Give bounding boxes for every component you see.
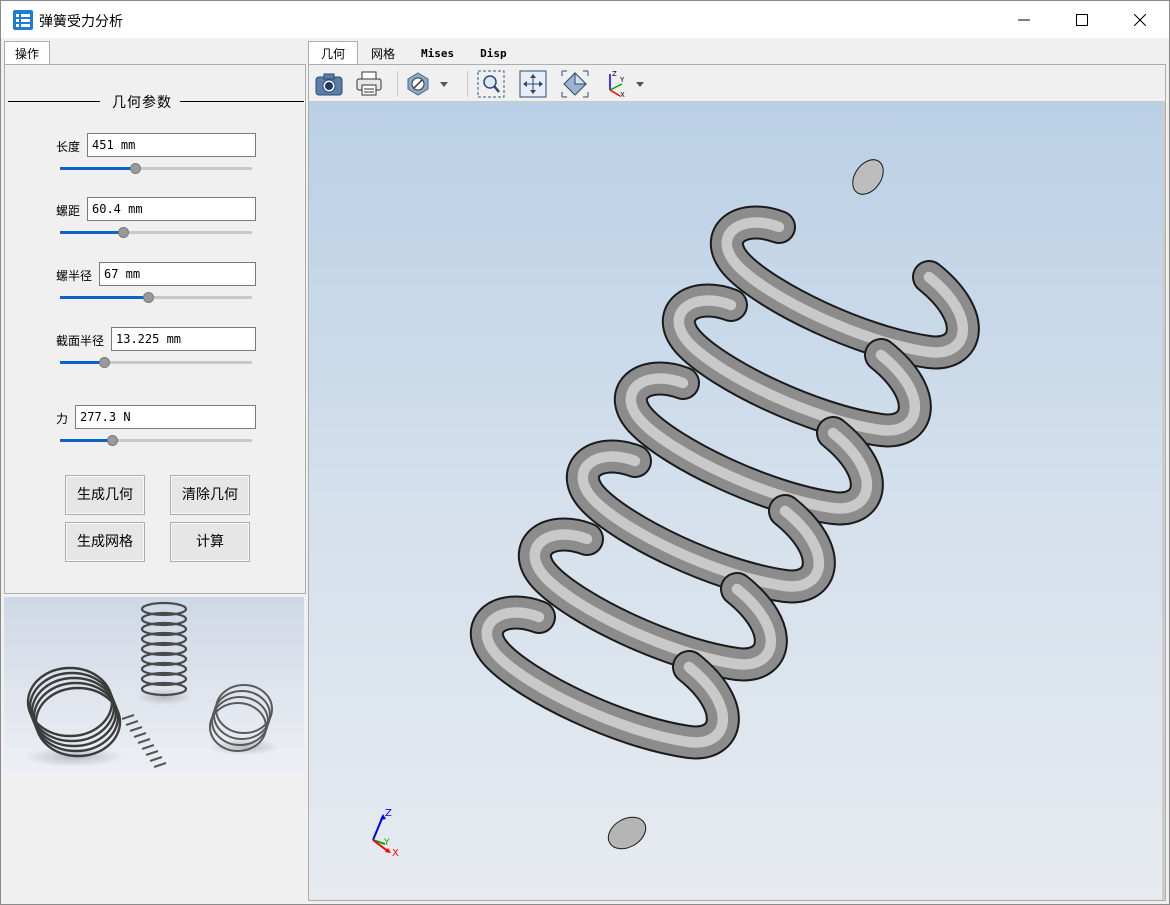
spring-end-cap-top [852,159,884,195]
generate-mesh-button[interactable]: 生成网格 [65,522,145,562]
slider-thumb[interactable] [107,435,118,446]
springs-photo [4,597,304,777]
param-label-pitch: 螺距 [56,204,81,218]
close-button[interactable] [1111,1,1169,39]
y-axis-label: Y [383,838,390,848]
x-axis-label: X [392,848,399,859]
display-mode-icon [407,72,448,96]
print-icon [356,71,382,96]
group-divider-left [8,101,100,102]
slider-thumb[interactable] [130,163,141,174]
section-radius-slider[interactable] [60,357,252,368]
tab-mises[interactable]: Mises [408,41,467,65]
z-axis-label: Z [385,808,392,819]
fit-all-button[interactable] [517,69,549,99]
title-bar: 弹簧受力分析 [0,0,1170,38]
pitch-slider[interactable] [60,227,252,238]
slider-fill [60,167,135,170]
axis-triad: Z Y X [372,808,399,859]
close-icon [1134,14,1146,26]
group-title-geometry: 几何参数 [112,95,172,111]
axes-view-icon: Z Y X [609,70,644,98]
app-spring-icon [13,10,33,30]
generate-geometry-button[interactable]: 生成几何 [65,475,145,515]
isometric-view-button[interactable] [559,69,591,99]
window-title: 弹簧受力分析 [39,14,123,30]
svg-text:X: X [620,91,625,98]
slider-thumb[interactable] [99,357,110,368]
minimize-button[interactable] [995,1,1053,39]
slider-fill [60,296,148,299]
maximize-button[interactable] [1053,1,1111,39]
isometric-view-icon [561,70,589,98]
force-field[interactable]: 277.3 N [75,405,256,429]
screenshot-button[interactable] [313,69,345,99]
display-mode-button[interactable] [405,69,455,99]
maximize-icon [1076,14,1088,26]
group-divider-right [180,101,304,102]
section-radius-field[interactable]: 13.225 mm [111,327,256,351]
coil-radius-slider[interactable] [60,292,252,303]
svg-text:Y: Y [619,76,625,84]
spring-end-cap-bottom [607,816,647,850]
param-label-coil-radius: 螺半径 [56,269,93,283]
print-button[interactable] [353,69,385,99]
slider-thumb[interactable] [118,227,129,238]
fit-all-icon [519,70,547,98]
minimize-icon [1018,19,1030,21]
axes-view-button[interactable]: Z Y X [601,69,651,99]
svg-text:Z: Z [612,70,617,78]
coil-radius-field[interactable]: 67 mm [99,262,256,286]
param-label-force: 力 [56,412,69,426]
slider-fill [60,439,112,442]
tab-mesh[interactable]: 网格 [358,41,408,65]
3d-viewport[interactable]: Z Y X [308,102,1166,901]
param-label-length: 长度 [56,140,81,154]
toolbar-separator [397,71,398,97]
force-slider[interactable] [60,435,252,446]
slider-fill [60,361,104,364]
view-tabs: 几何 网格 Mises Disp [308,41,520,65]
screenshot-icon [315,73,343,96]
compute-button[interactable]: 计算 [170,522,250,562]
tab-disp[interactable]: Disp [467,41,520,65]
tab-operations[interactable]: 操作 [4,41,50,65]
pitch-field[interactable]: 60.4 mm [87,197,256,221]
viewer-toolbar: Z Y X [308,64,1166,102]
zoom-box-button[interactable] [475,69,507,99]
param-label-section-radius: 截面半径 [56,334,105,348]
length-slider[interactable] [60,163,252,174]
zoom-box-icon [477,70,505,98]
toolbar-separator [467,71,468,97]
viewport-scrollbar[interactable] [1162,102,1165,900]
spring-model [469,159,980,850]
slider-fill [60,231,123,234]
tab-geometry[interactable]: 几何 [308,41,359,65]
length-field[interactable]: 451 mm [87,133,256,157]
slider-thumb[interactable] [143,292,154,303]
clear-geometry-button[interactable]: 清除几何 [170,475,250,515]
